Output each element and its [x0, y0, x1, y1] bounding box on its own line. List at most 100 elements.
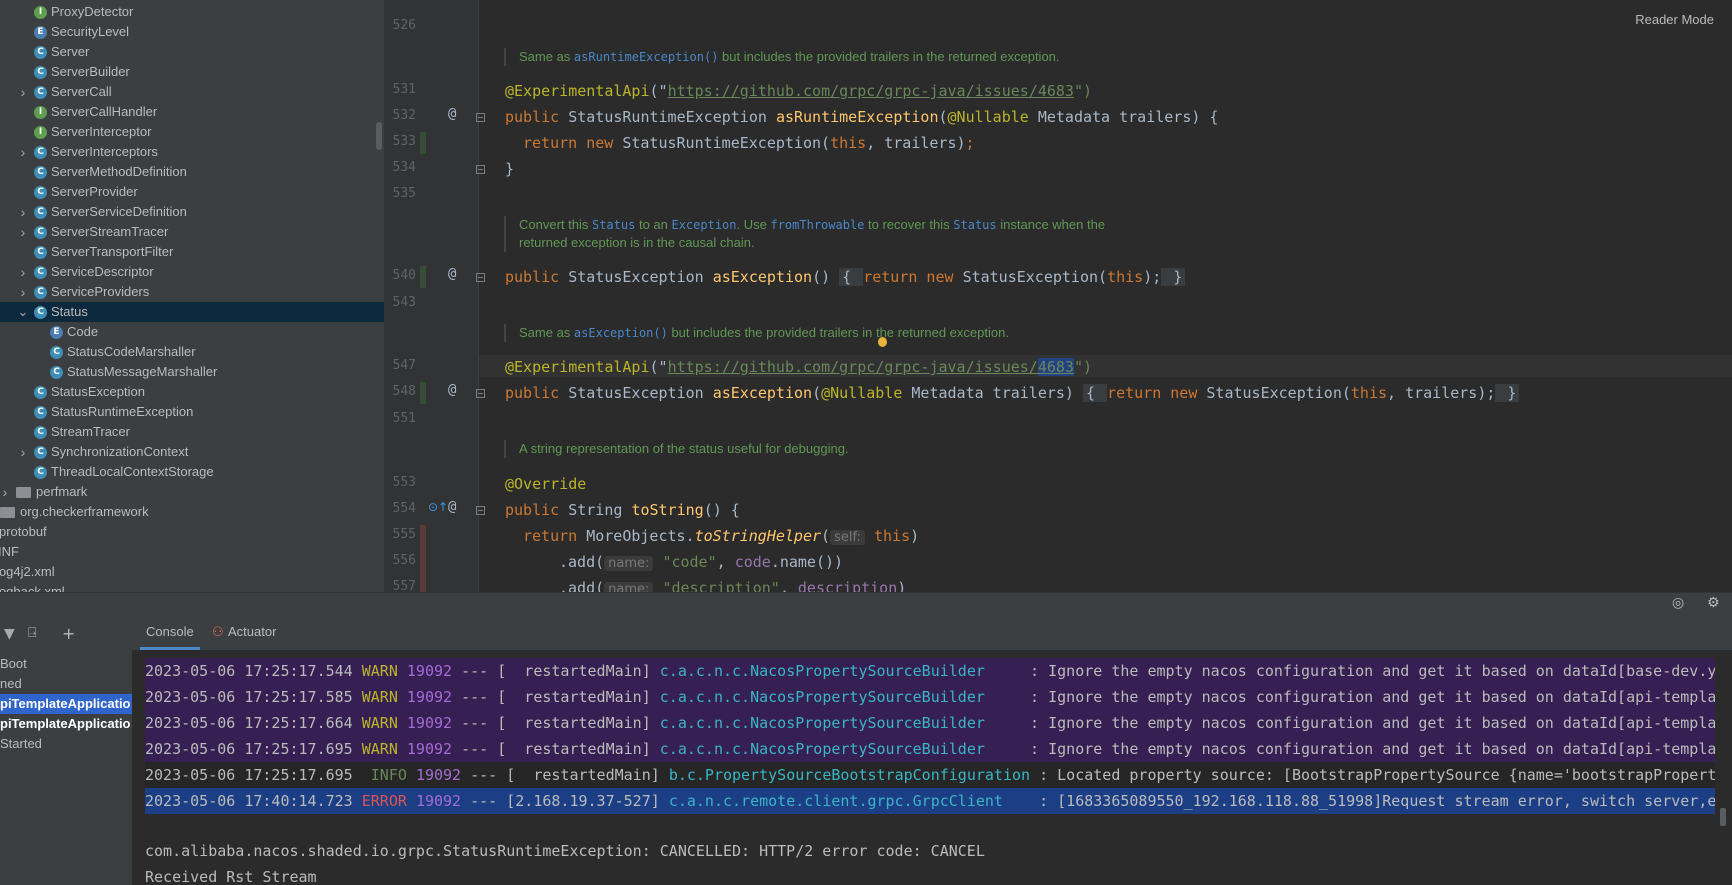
tree-item[interactable]: C StreamTracer — [0, 422, 384, 442]
fold-toggle-icon[interactable] — [476, 389, 485, 398]
console-output[interactable]: 2023-05-06 17:25:17.544 WARN 19092 --- [… — [133, 650, 1732, 885]
tree-item[interactable]: os-log4j2.xml — [0, 562, 384, 582]
reader-mode-button[interactable]: Reader Mode — [1635, 12, 1714, 27]
chevron-right-icon[interactable]: › — [0, 482, 12, 502]
code-line-553[interactable]: @Override — [505, 474, 586, 494]
project-tree[interactable]: I ProxyDetector E SecurityLevel C Server C Serv… — [0, 0, 384, 592]
tree-item[interactable]: C ServerBuilder — [0, 62, 384, 82]
overrides-up-arrow-icon[interactable]: ⊙↑ — [428, 500, 448, 514]
run-config-item[interactable]: piTemplateApplicatio — [0, 714, 132, 734]
filter-icon[interactable]: ▼ — [4, 626, 15, 642]
fold-toggle-icon[interactable] — [476, 506, 485, 515]
chevron-right-icon[interactable]: › — [16, 142, 30, 162]
tree-item[interactable]: › C ServerCall — [0, 82, 384, 102]
override-marker-icon[interactable]: @ — [448, 266, 456, 282]
tree-item[interactable]: C StatusException — [0, 382, 384, 402]
tree-item[interactable]: E Code — [0, 322, 384, 342]
vcs-change-marker[interactable] — [420, 132, 426, 154]
code-line-547[interactable]: @ExperimentalApi("https://github.com/grp… — [505, 357, 1092, 377]
exception-text: Received Rst Stream — [145, 868, 317, 885]
chevron-right-icon[interactable]: › — [16, 262, 30, 282]
tree-item[interactable]: ›org.checkerframework — [0, 502, 384, 522]
tree-item[interactable]: › C ServerServiceDefinition — [0, 202, 384, 222]
tree-item[interactable]: gle.protobuf — [0, 522, 384, 542]
run-config-item[interactable]: ned — [0, 674, 132, 694]
add-icon[interactable]: + — [62, 624, 75, 643]
tree-item-label: ServerCallHandler — [51, 104, 158, 119]
tree-item[interactable]: C StatusRuntimeException — [0, 402, 384, 422]
fold-toggle-icon[interactable] — [476, 273, 485, 282]
run-config-item[interactable]: piTemplateApplicatio — [0, 694, 132, 714]
tree-item[interactable]: › C SynchronizationContext — [0, 442, 384, 462]
tab-actuator[interactable]: Actuator — [228, 614, 276, 650]
tree-item-label: ServerMethodDefinition — [51, 164, 187, 179]
pin-tab-icon[interactable]: ⍈ — [28, 625, 36, 641]
log-line[interactable]: 2023-05-06 17:40:14.723 ERROR 19092 --- … — [145, 788, 1715, 814]
tree-scrollbar[interactable] — [376, 122, 382, 150]
chevron-right-icon[interactable]: › — [16, 222, 30, 242]
tree-item[interactable]: C ThreadLocalContextStorage — [0, 462, 384, 482]
console-scrollbar[interactable] — [1720, 808, 1726, 826]
code-editor[interactable]: Reader Mode 526 531 532 533 534 535 540 … — [384, 0, 1732, 592]
tree-item-label: ServerBuilder — [51, 64, 130, 79]
code-line-540[interactable]: public StatusException asException() { r… — [505, 267, 1186, 287]
fold-toggle-icon[interactable] — [476, 113, 485, 122]
run-config-item[interactable]: Boot — [0, 654, 132, 674]
tree-item[interactable]: › C ServerInterceptors — [0, 142, 384, 162]
code-line-548[interactable]: public StatusException asException(@Null… — [505, 383, 1520, 403]
code-line-534[interactable]: } — [505, 159, 514, 179]
class-icon: C — [34, 406, 47, 419]
log-line[interactable]: 2023-05-06 17:25:17.695 WARN 19092 --- [… — [145, 736, 1715, 762]
tree-item[interactable]: C ServerProvider — [0, 182, 384, 202]
tab-console[interactable]: Console — [140, 614, 200, 650]
log-line[interactable]: 2023-05-06 17:25:17.585 WARN 19092 --- [… — [145, 684, 1715, 710]
tree-item[interactable]: › C ServiceProviders — [0, 282, 384, 302]
tree-item[interactable]: I ProxyDetector — [0, 2, 384, 22]
line-number: 531 — [392, 82, 416, 97]
vcs-change-marker[interactable] — [420, 382, 426, 404]
run-config-item[interactable]: Started — [0, 734, 132, 754]
class-icon: C — [50, 366, 63, 379]
target-icon[interactable]: ◎ — [1672, 595, 1684, 611]
log-line[interactable]: 2023-05-06 17:25:17.544 WARN 19092 --- [… — [145, 658, 1715, 684]
code-line-554[interactable]: public String toString() { — [505, 500, 740, 520]
override-marker-icon[interactable]: @ — [448, 382, 456, 398]
code-line-555[interactable]: return MoreObjects.toStringHelper(self: … — [523, 526, 919, 548]
tree-item-label: StatusException — [51, 384, 145, 399]
log-line[interactable]: 2023-05-06 17:25:17.695 INFO 19092 --- [… — [145, 762, 1715, 788]
tree-item[interactable]: C Server — [0, 42, 384, 62]
tree-item[interactable]: TA-INF — [0, 542, 384, 562]
override-marker-icon[interactable]: @ — [448, 499, 456, 515]
tree-item[interactable]: I ServerCallHandler — [0, 102, 384, 122]
log-line[interactable]: 2023-05-06 17:25:17.664 WARN 19092 --- [… — [145, 710, 1715, 736]
code-line-556[interactable]: .add(name: "code", code.name()) — [559, 552, 843, 574]
chevron-right-icon[interactable]: › — [16, 442, 30, 462]
tree-item[interactable]: C StatusCodeMarshaller — [0, 342, 384, 362]
code-line-532[interactable]: public StatusRuntimeException asRuntimeE… — [505, 107, 1218, 127]
tree-item[interactable]: E SecurityLevel — [0, 22, 384, 42]
chevron-right-icon[interactable]: › — [16, 282, 30, 302]
fold-toggle-icon[interactable] — [476, 165, 485, 174]
override-marker-icon[interactable]: @ — [448, 106, 456, 122]
code-line-533[interactable]: return new StatusRuntimeException(this, … — [523, 133, 975, 153]
chevron-right-icon[interactable]: › — [16, 202, 30, 222]
class-icon: C — [34, 186, 47, 199]
code-line-557[interactable]: .add(name: "description", description) — [559, 578, 906, 592]
tree-item[interactable]: › C ServiceDescriptor — [0, 262, 384, 282]
run-services-panel[interactable]: Boot ned piTemplateApplicatio piTemplateApp… — [0, 614, 133, 885]
tree-item[interactable]: › perfmark — [0, 482, 384, 502]
tree-item[interactable]: › C ServerStreamTracer — [0, 222, 384, 242]
vcs-change-marker[interactable] — [420, 525, 426, 592]
tree-item[interactable]: ⌄ C Status — [0, 302, 384, 322]
tree-item[interactable]: os-logback.xml — [0, 582, 384, 592]
chevron-down-icon[interactable]: ⌄ — [16, 302, 30, 322]
vcs-change-marker[interactable] — [420, 266, 426, 288]
tree-item[interactable]: C ServerMethodDefinition — [0, 162, 384, 182]
code-line-531[interactable]: @ExperimentalApi("https://github.com/grp… — [505, 81, 1092, 101]
tree-item[interactable]: I ServerInterceptor — [0, 122, 384, 142]
tree-item-label: org.checkerframework — [20, 504, 149, 519]
tree-item[interactable]: C StatusMessageMarshaller — [0, 362, 384, 382]
gear-icon[interactable]: ⚙ — [1707, 595, 1720, 611]
chevron-right-icon[interactable]: › — [16, 82, 30, 102]
tree-item[interactable]: C ServerTransportFilter — [0, 242, 384, 262]
